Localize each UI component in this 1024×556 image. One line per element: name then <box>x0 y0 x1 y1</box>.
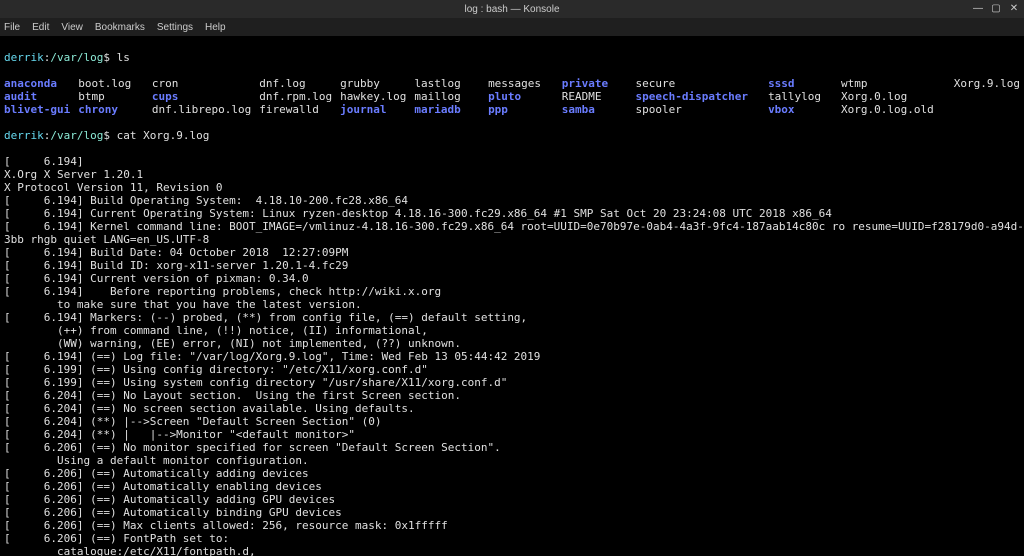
log-line: [ 6.204] (==) No screen section availabl… <box>4 402 1020 415</box>
ls-entry <box>954 103 1020 116</box>
ls-entry: mariadb <box>414 103 480 116</box>
ls-entry: pluto <box>488 90 554 103</box>
terminal-output[interactable]: derrik:/var/log$ ls anaconda boot.log cron… <box>0 36 1024 556</box>
ls-entry: btmp <box>78 90 144 103</box>
prompt-user: derrik <box>4 51 44 64</box>
log-line: [ 6.206] (==) Max clients allowed: 256, … <box>4 519 1020 532</box>
log-line: [ 6.194] Current version of pixman: 0.34… <box>4 272 1020 285</box>
log-line: [ 6.204] (==) No Layout section. Using t… <box>4 389 1020 402</box>
log-line: [ 6.194] Build ID: xorg-x11-server 1.20.… <box>4 259 1020 272</box>
xorg-log-output: [ 6.194]X.Org X Server 1.20.1X Protocol … <box>4 155 1020 556</box>
ls-entry: grubby <box>340 77 406 90</box>
log-line: to make sure that you have the latest ve… <box>4 298 1020 311</box>
log-line: [ 6.206] (==) Automatically enabling dev… <box>4 480 1020 493</box>
ls-entry: dnf.log <box>259 77 332 90</box>
ls-output: anaconda boot.log cron dnf.log grubby lastlog… <box>4 77 1020 116</box>
ls-entry: boot.log <box>78 77 144 90</box>
ls-entry: Xorg.0.log.old <box>841 103 934 116</box>
window-close-button[interactable]: ✕ <box>1008 2 1020 14</box>
log-line: X Protocol Version 11, Revision 0 <box>4 181 1020 194</box>
ls-entry: audit <box>4 90 70 103</box>
log-line: [ 6.206] (==) Automatically adding devic… <box>4 467 1020 480</box>
log-line: [ 6.194] (==) Log file: "/var/log/Xorg.9… <box>4 350 1020 363</box>
ls-entry: Xorg.9.log <box>954 77 1020 90</box>
ls-entry: lastlog <box>414 77 480 90</box>
log-line: Using a default monitor configuration. <box>4 454 1020 467</box>
window-maximize-button[interactable]: ▢ <box>990 2 1002 14</box>
ls-entry: messages <box>488 77 554 90</box>
ls-entry: wtmp <box>841 77 934 90</box>
log-line: [ 6.199] (==) Using config directory: "/… <box>4 363 1020 376</box>
ls-entry: dnf.rpm.log <box>259 90 332 103</box>
log-line: (WW) warning, (EE) error, (NI) not imple… <box>4 337 1020 350</box>
ls-entry: secure <box>635 77 748 90</box>
menu-bookmarks[interactable]: Bookmarks <box>95 22 145 33</box>
ls-entry: tallylog <box>768 90 821 103</box>
log-line: [ 6.204] (**) | |-->Monitor "<default mo… <box>4 428 1020 441</box>
log-line: [ 6.206] (==) Automatically adding GPU d… <box>4 493 1020 506</box>
window-title: log : bash — Konsole <box>464 4 559 15</box>
ls-entry: samba <box>562 103 628 116</box>
prompt-path: /var/log <box>50 51 103 64</box>
log-line: catalogue:/etc/X11/fontpath.d, <box>4 545 1020 556</box>
ls-entry: blivet-gui <box>4 103 70 116</box>
ls-entry: private <box>562 77 628 90</box>
ls-entry: hawkey.log <box>340 90 406 103</box>
log-line: X.Org X Server 1.20.1 <box>4 168 1020 181</box>
ls-entry: cups <box>152 90 251 103</box>
log-line: [ 6.206] (==) Automatically binding GPU … <box>4 506 1020 519</box>
log-line: 3bb rhgb quiet LANG=en_US.UTF-8 <box>4 233 1020 246</box>
command-cat: cat Xorg.9.log <box>117 129 210 142</box>
ls-entry: speech-dispatcher <box>635 90 748 103</box>
log-line: [ 6.204] (**) |-->Screen "Default Screen… <box>4 415 1020 428</box>
ls-entry <box>954 90 1020 103</box>
command-ls: ls <box>117 51 130 64</box>
ls-entry: sssd <box>768 77 821 90</box>
ls-entry: dnf.librepo.log <box>152 103 251 116</box>
log-line: [ 6.194] Build Date: 04 October 2018 12:… <box>4 246 1020 259</box>
log-line: (++) from command line, (!!) notice, (II… <box>4 324 1020 337</box>
ls-entry: cron <box>152 77 251 90</box>
ls-entry: spooler <box>635 103 748 116</box>
log-line: [ 6.206] (==) No monitor specified for s… <box>4 441 1020 454</box>
log-line: [ 6.194] Current Operating System: Linux… <box>4 207 1020 220</box>
ls-entry: anaconda <box>4 77 70 90</box>
log-line: [ 6.194] Markers: (--) probed, (**) from… <box>4 311 1020 324</box>
ls-entry: maillog <box>414 90 480 103</box>
window-minimize-button[interactable]: — <box>972 2 984 14</box>
ls-entry: vbox <box>768 103 821 116</box>
ls-entry: Xorg.0.log <box>841 90 934 103</box>
menu-edit[interactable]: Edit <box>32 22 49 33</box>
ls-entry: chrony <box>78 103 144 116</box>
window-titlebar: log : bash — Konsole — ▢ ✕ <box>0 0 1024 18</box>
menu-settings[interactable]: Settings <box>157 22 193 33</box>
prompt-line-1: derrik:/var/log$ ls <box>4 51 1020 64</box>
log-line: [ 6.194] Before reporting problems, chec… <box>4 285 1020 298</box>
menubar: File Edit View Bookmarks Settings Help <box>0 18 1024 36</box>
ls-entry: README <box>562 90 628 103</box>
menu-file[interactable]: File <box>4 22 20 33</box>
log-line: [ 6.206] (==) FontPath set to: <box>4 532 1020 545</box>
log-line: [ 6.194] Build Operating System: 4.18.10… <box>4 194 1020 207</box>
menu-view[interactable]: View <box>61 22 83 33</box>
menu-help[interactable]: Help <box>205 22 226 33</box>
log-line: [ 6.199] (==) Using system config direct… <box>4 376 1020 389</box>
ls-entry: firewalld <box>259 103 332 116</box>
prompt-line-2: derrik:/var/log$ cat Xorg.9.log <box>4 129 1020 142</box>
ls-entry: journal <box>340 103 406 116</box>
log-line: [ 6.194] Kernel command line: BOOT_IMAGE… <box>4 220 1020 233</box>
ls-entry: ppp <box>488 103 554 116</box>
log-line: [ 6.194] <box>4 155 1020 168</box>
